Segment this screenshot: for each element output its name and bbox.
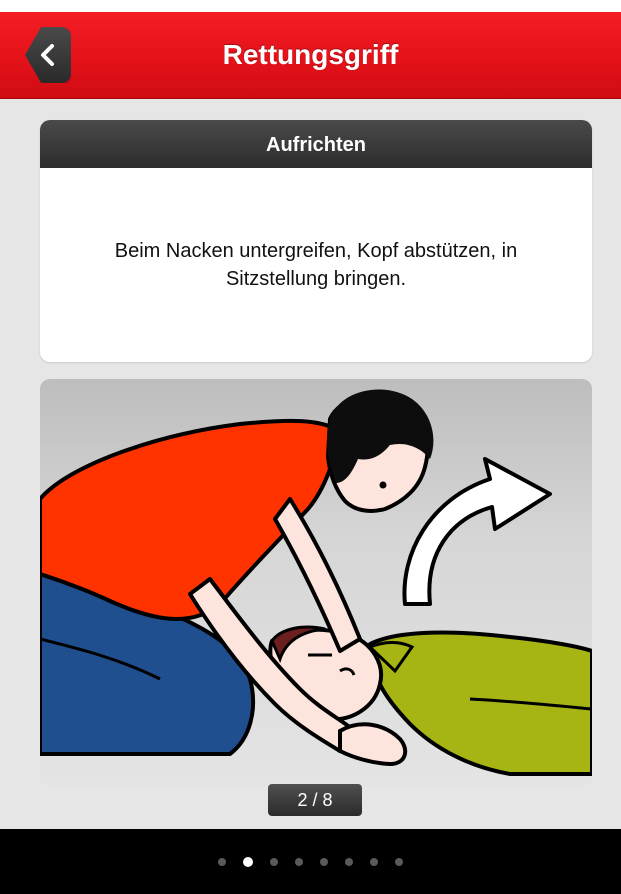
page-indicator-badge: 2 / 8 xyxy=(268,784,362,816)
status-bar xyxy=(0,0,621,12)
step-illustration[interactable] xyxy=(40,379,592,786)
page-dot[interactable] xyxy=(295,857,303,866)
curved-arrow-icon xyxy=(402,457,552,606)
instruction-text: Beim Nacken untergreifen, Kopf abstützen… xyxy=(114,240,518,290)
step-heading: Aufrichten xyxy=(40,120,592,168)
page-dot[interactable] xyxy=(345,857,353,866)
page-dots[interactable] xyxy=(0,829,621,894)
page-dot[interactable] xyxy=(320,857,328,866)
chevron-left-icon xyxy=(41,44,54,66)
page-dot[interactable] xyxy=(270,857,278,866)
instruction-card: Aufrichten Beim Nacken untergreifen, Kop… xyxy=(40,120,592,362)
page-dot[interactable] xyxy=(395,857,403,866)
page-dot[interactable] xyxy=(370,857,378,866)
instruction-body: Beim Nacken untergreifen, Kopf abstützen… xyxy=(40,168,592,362)
bottom-bar xyxy=(0,829,621,894)
back-button[interactable] xyxy=(25,27,71,83)
page-dot[interactable] xyxy=(218,857,226,866)
nav-bar xyxy=(0,12,621,99)
page-dot-active[interactable] xyxy=(243,856,253,867)
rescuer-lifting-person-illustration xyxy=(40,389,592,776)
